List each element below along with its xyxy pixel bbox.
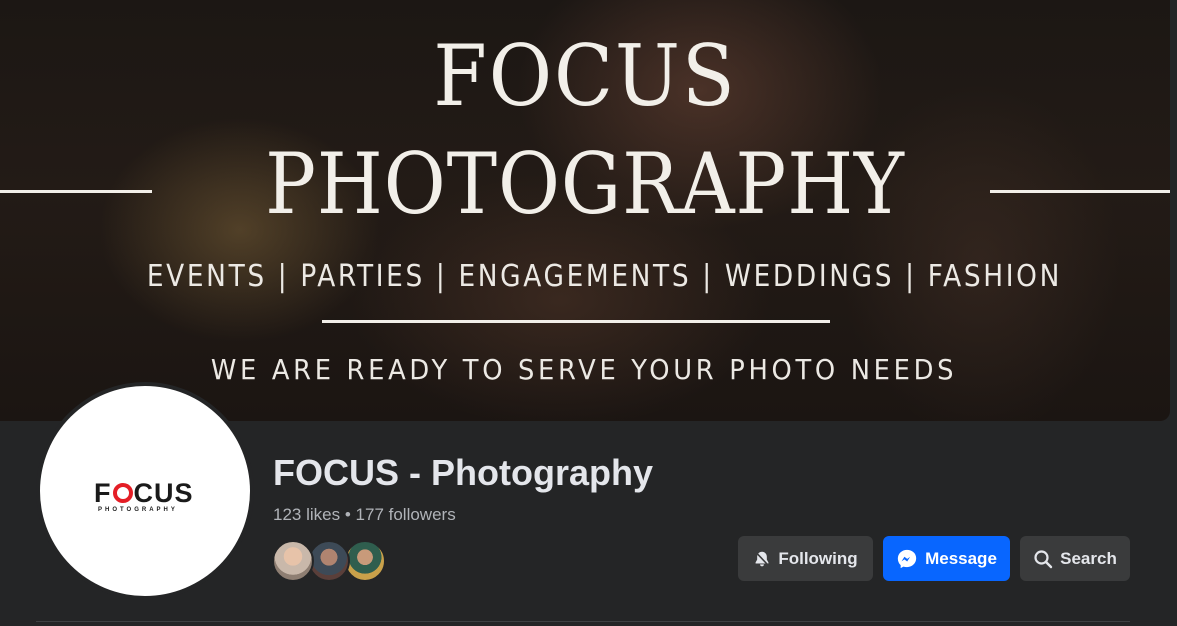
cover-tagline: WE ARE READY TO SERVE YOUR PHOTO NEEDS [210,353,958,386]
followers-count-link[interactable]: 177 followers [356,505,456,524]
cover-services: EVENTS | PARTIES | ENGAGEMENTS | WEDDING… [146,259,1062,294]
cover-rule-center [322,320,830,323]
page-header: FOCUS PHOTOGRAPHY EVENTS | PARTIES | ENG… [0,0,1177,626]
friend-avatar[interactable] [308,540,350,582]
friend-avatar[interactable] [272,540,314,582]
cover-photo[interactable]: FOCUS PHOTOGRAPHY EVENTS | PARTIES | ENG… [0,0,1170,421]
likes-count-link[interactable]: 123 likes [273,505,340,524]
search-icon [1034,549,1053,568]
friend-avatar[interactable] [344,540,386,582]
message-button[interactable]: Message [883,536,1010,581]
aperture-icon [112,483,133,503]
logo-wordmark: F CUS [94,480,194,507]
search-label: Search [1060,548,1117,568]
following-button[interactable]: Following [738,536,873,581]
cover-title-line2: PHOTOGRAPHY [265,135,905,233]
logo-letters-cus: CUS [133,478,194,508]
messenger-icon [897,549,917,568]
page-title: FOCUS - Photography [273,452,653,493]
header-divider [36,621,1130,622]
message-label: Message [925,548,997,568]
profile-picture[interactable]: F CUS PHOTOGRAPHY [36,382,254,600]
cover-title-line1: FOCUS [433,27,737,125]
stats-separator: • [344,505,351,524]
logo-letter-f: F [94,478,112,508]
logo-subtitle: PHOTOGRAPHY [98,507,178,513]
following-label: Following [778,548,858,568]
profile-picture-logo: F CUS PHOTOGRAPHY [40,386,250,596]
search-button[interactable]: Search [1020,536,1130,581]
bell-icon [755,551,769,566]
page-stats: 123 likes • 177 followers [273,505,456,525]
